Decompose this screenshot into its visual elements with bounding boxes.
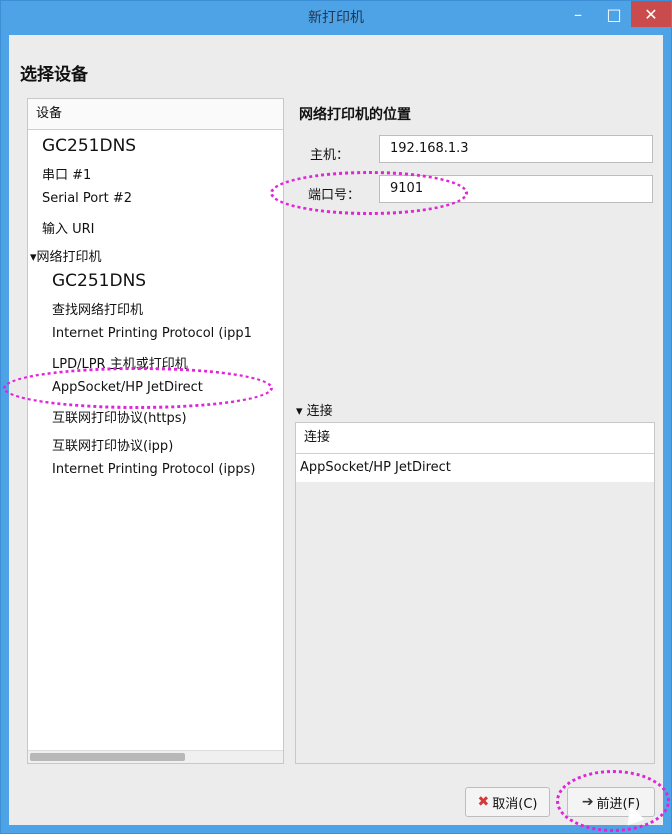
chevron-down-icon: ▾ (296, 404, 303, 419)
list-item-serial-port-1[interactable]: 串口 #1 (42, 164, 91, 183)
host-input[interactable]: 192.168.1.3 (379, 135, 653, 163)
cancel-button[interactable]: ✖ 取消(C) (465, 787, 550, 817)
page-title: 选择设备 (20, 65, 88, 85)
annotation-ellipse-appsocket (3, 367, 273, 409)
scrollbar-thumb[interactable] (30, 753, 185, 761)
device-list[interactable]: 设备 GC251DNS 串口 #1 Serial Port #2 输入 URI … (27, 98, 284, 764)
cancel-label: 取消(C) (492, 796, 538, 812)
list-item-enter-uri[interactable]: 输入 URI (42, 218, 95, 237)
list-item-ipp-https[interactable]: 互联网打印协议(https) (52, 407, 187, 426)
table-row[interactable]: AppSocket/HP JetDirect (296, 454, 654, 482)
host-label: 主机： (310, 148, 350, 163)
list-item-find-network-printer[interactable]: 查找网络打印机 (52, 299, 143, 318)
list-item-ipps[interactable]: Internet Printing Protocol (ipps) (52, 462, 255, 477)
connection-table[interactable]: 连接 AppSocket/HP JetDirect (295, 422, 655, 764)
list-item-network-printer[interactable]: ▾网络打印机 (30, 246, 102, 265)
close-button[interactable]: ✕ (631, 1, 671, 27)
annotation-ellipse-port (270, 171, 468, 215)
horizontal-scrollbar[interactable] (28, 750, 283, 763)
list-item-ipp1[interactable]: Internet Printing Protocol (ipp1 (52, 326, 252, 341)
cancel-icon: ✖ (477, 794, 490, 810)
connection-expander[interactable]: ▾ 连接 (296, 400, 333, 419)
list-item-gc251dns-network[interactable]: GC251DNS (52, 271, 146, 291)
connection-expander-label: 连接 (306, 404, 333, 419)
annotation-ellipse-forward (556, 770, 670, 832)
network-printer-label: 网络打印机 (36, 250, 102, 265)
list-item-ipp[interactable]: 互联网打印协议(ipp) (52, 435, 173, 454)
location-section-title: 网络打印机的位置 (299, 107, 411, 123)
list-item-gc251dns[interactable]: GC251DNS (42, 136, 136, 156)
minimize-button[interactable]: – (561, 1, 595, 27)
device-list-header: 设备 (28, 99, 283, 130)
connection-table-header: 连接 (296, 423, 654, 454)
title-bar[interactable]: 新打印机 – □ ✕ (1, 1, 671, 35)
maximize-button[interactable]: □ (597, 1, 631, 27)
list-item-serial-port-2[interactable]: Serial Port #2 (42, 191, 132, 206)
